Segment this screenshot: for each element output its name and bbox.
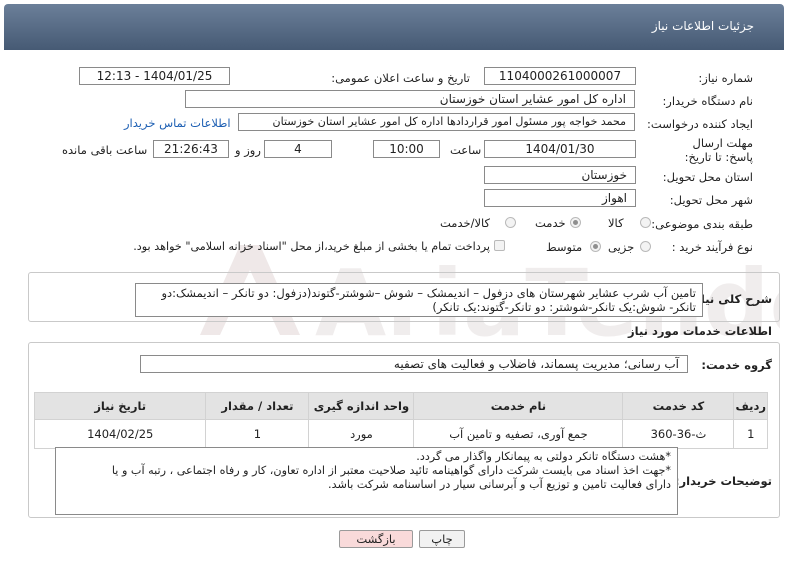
service-group-field: آب رسانی؛ مدیریت پسماند، فاضلاب و فعالیت…	[140, 355, 688, 373]
city-field: اهواز	[484, 189, 636, 207]
purchase-minor-radio[interactable]	[640, 241, 651, 252]
buyer-org-field: اداره کل امور عشایر استان خوزستان	[185, 90, 635, 108]
category-goods-label: کالا	[608, 216, 624, 230]
announce-label: تاریخ و ساعت اعلان عمومی:	[331, 71, 470, 85]
days-remaining-field: 4	[264, 140, 332, 158]
page-title: جزئیات اطلاعات نیاز	[651, 19, 754, 33]
header-bar: جزئیات اطلاعات نیاز	[4, 4, 784, 50]
buyer-org-label: نام دستگاه خریدار:	[662, 94, 753, 108]
deadline-time-field: 10:00	[373, 140, 440, 158]
cell-unit: مورد	[308, 419, 415, 449]
treasury-checkbox[interactable]	[494, 240, 505, 251]
creator-field: محمد خواجه پور مسئول امور قراردادها ادار…	[238, 113, 635, 131]
buyer-notes-label: توضیحات خریدار:	[674, 474, 772, 488]
deadline-time-label: ساعت	[450, 143, 482, 157]
contact-buyer-link[interactable]: اطلاعات تماس خریدار	[124, 116, 231, 130]
category-service-radio[interactable]	[570, 217, 581, 228]
cell-qty: 1	[205, 419, 310, 449]
deadline-label: مهلت ارسال پاسخ: تا تاریخ:	[684, 136, 753, 164]
category-label: طبقه بندی موضوعی:	[651, 217, 753, 231]
announce-date-field: 1404/01/25 - 12:13	[79, 67, 230, 85]
services-table-header: ردیف کد خدمت نام خدمت واحد اندازه گیری ت…	[33, 392, 768, 420]
col-row: ردیف	[733, 392, 768, 420]
table-row: 1 ث-36-360 جمع آوری، تصفیه و تامین آب مو…	[33, 419, 768, 449]
treasury-note: پرداخت تمام یا بخشی از مبلغ خرید،از محل …	[133, 240, 490, 253]
need-number-field: 1104000261000007	[484, 67, 636, 85]
cell-name: جمع آوری، تصفیه و تامین آب	[413, 419, 624, 449]
province-field: خوزستان	[484, 166, 636, 184]
col-date: تاریخ نیاز	[33, 392, 207, 420]
category-goods-service-radio[interactable]	[505, 217, 516, 228]
remaining-time-label: ساعت باقی مانده	[62, 143, 148, 157]
category-goods-service-label: کالا/خدمت	[440, 216, 491, 230]
purchase-minor-label: جزیی	[608, 240, 635, 254]
summary-textarea[interactable]: تامین آب شرب عشایر شهرستان های دزفول – ا…	[135, 283, 703, 317]
col-qty: تعداد / مقدار	[205, 392, 310, 420]
cell-code: ث-36-360	[622, 419, 735, 449]
cell-row: 1	[733, 419, 768, 449]
col-name: نام خدمت	[413, 392, 624, 420]
purchase-type-label: نوع فرآیند خرید :	[671, 240, 753, 254]
col-unit: واحد اندازه گیری	[308, 392, 415, 420]
need-number-label: شماره نیاز:	[698, 71, 753, 85]
services-table: ردیف کد خدمت نام خدمت واحد اندازه گیری ت…	[33, 392, 768, 449]
service-group-label: گروه خدمت:	[701, 358, 772, 372]
city-label: شهر محل تحویل:	[669, 193, 753, 207]
deadline-date-field: 1404/01/30	[484, 140, 636, 158]
province-label: استان محل تحویل:	[662, 170, 753, 184]
purchase-medium-radio[interactable]	[590, 241, 601, 252]
days-label: روز و	[235, 143, 261, 157]
cell-date: 1404/02/25	[33, 419, 207, 449]
buyer-notes-textarea[interactable]: *هشت دستگاه تانکر دولتی به پیمانکار واگذ…	[55, 447, 678, 515]
remaining-time-field: 21:26:43	[153, 140, 229, 158]
col-code: کد خدمت	[622, 392, 735, 420]
print-button[interactable]: چاپ	[419, 530, 465, 548]
purchase-medium-label: متوسط	[546, 240, 583, 254]
creator-label: ایجاد کننده درخواست:	[647, 117, 753, 131]
category-goods-radio[interactable]	[640, 217, 651, 228]
services-section-title: اطلاعات خدمات مورد نیاز	[628, 324, 772, 338]
category-service-label: خدمت	[535, 216, 566, 230]
back-button[interactable]: بازگشت	[339, 530, 413, 548]
